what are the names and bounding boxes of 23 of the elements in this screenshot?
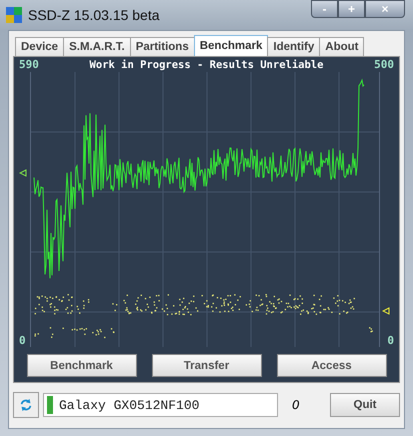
tab[interactable]: Identify bbox=[267, 37, 320, 56]
app-icon bbox=[6, 7, 22, 23]
refresh-icon bbox=[19, 398, 33, 412]
marker-icon bbox=[19, 169, 27, 177]
window-title: SSD-Z 15.03.15 beta bbox=[28, 7, 160, 23]
axis-min-label: 0 bbox=[387, 334, 394, 346]
action-button[interactable]: Access bbox=[276, 354, 386, 377]
axis-max-label: 500 bbox=[374, 58, 394, 71]
graph-title: Work in Progress - Results Unreliable bbox=[90, 58, 324, 70]
axis-min-label: 0 bbox=[19, 334, 26, 346]
drive-index: 0 bbox=[292, 398, 300, 412]
drive-field[interactable]: Galaxy GX0512NF100 bbox=[43, 393, 278, 417]
tab[interactable]: Partitions bbox=[130, 37, 195, 56]
tab[interactable]: S.M.A.R.T. bbox=[63, 37, 131, 56]
action-button[interactable]: Benchmark bbox=[26, 354, 136, 377]
marker-icon bbox=[382, 307, 390, 315]
action-button[interactable]: Transfer bbox=[152, 354, 262, 377]
tab[interactable]: Device bbox=[15, 37, 64, 56]
tab[interactable]: Benchmark bbox=[194, 35, 268, 56]
tab[interactable]: About bbox=[319, 37, 364, 56]
axis-max-label: 590 bbox=[19, 58, 39, 71]
refresh-button[interactable] bbox=[13, 392, 39, 418]
quit-button[interactable]: Quit bbox=[330, 393, 400, 417]
